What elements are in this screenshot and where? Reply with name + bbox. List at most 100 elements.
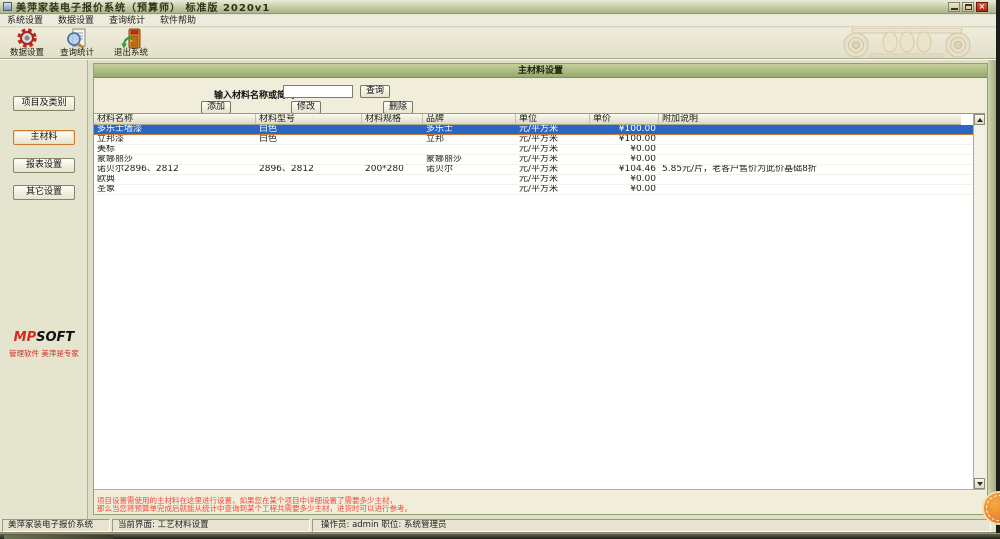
col-material-name[interactable]: 材料名称 (94, 114, 256, 125)
menu-data-settings[interactable]: 数据设置 (51, 15, 102, 27)
sidebar-item-other-settings[interactable]: 其它设置 (13, 185, 75, 200)
cell-brand (423, 145, 516, 154)
table-header: 材料名称 材料型号 材料规格 品牌 单位 单价 附加说明 (94, 114, 985, 125)
arrow-up-icon (977, 118, 983, 122)
cell-material-spec: 200*280 (362, 165, 423, 174)
arrow-down-icon (977, 482, 983, 486)
cell-notes (659, 145, 961, 154)
window-title: 美萍家装电子报价系统（预算师） 标准版 2020v1 (16, 0, 270, 14)
cell-material-name: 圣象 (94, 185, 256, 194)
logo-brand-black: SOFT (36, 330, 74, 345)
col-material-model[interactable]: 材料型号 (256, 114, 362, 125)
cell-brand: 诺贝尔 (423, 165, 516, 174)
cell-material-spec (362, 135, 423, 144)
scroll-down-button[interactable] (974, 478, 985, 489)
maximize-button[interactable] (962, 2, 974, 12)
cell-notes: 5.85元/片，老客户售价为此价基础8折 (659, 165, 961, 174)
cell-material-model: 白色 (256, 125, 362, 134)
sidebar: 项目及类别 主材料 报表设置 其它设置 MPSOFT 管理软件 美萍是专家 (0, 60, 88, 519)
cell-unit-price: ¥0.00 (590, 175, 659, 184)
menu-system-settings[interactable]: 系统设置 (0, 15, 51, 27)
cell-unit: 元/平方米 (516, 185, 590, 194)
table-row[interactable]: 多乐士墙漆 白色 多乐士 元/平方米 ¥100.00 (94, 125, 985, 135)
menu-query-stats[interactable]: 查询统计 (102, 15, 153, 27)
table-row[interactable]: 圣象 元/平方米 ¥0.00 (94, 185, 985, 195)
application-window: 美萍家装电子报价系统（预算师） 标准版 2020v1 × 系统设置 数据设置 查… (0, 0, 996, 533)
table-row[interactable]: 蒙娜丽莎 蒙娜丽莎 元/平方米 ¥0.00 (94, 155, 985, 165)
sidebar-item-main-materials[interactable]: 主材料 (13, 130, 75, 145)
cell-brand: 多乐士 (423, 125, 516, 134)
cell-unit: 元/平方米 (516, 125, 590, 134)
cell-notes (659, 175, 961, 184)
query-button[interactable]: 查询 (360, 85, 390, 98)
cell-unit-price: ¥0.00 (590, 145, 659, 154)
window-controls: × (948, 2, 988, 12)
cell-material-spec (362, 185, 423, 194)
mpsoft-logo: MPSOFT 管理软件 美萍是专家 (0, 330, 88, 359)
cell-material-model (256, 155, 362, 164)
cell-material-name: 诺贝尔2896、2812 (94, 165, 256, 174)
sidebar-item-projects-categories[interactable]: 项目及类别 (13, 96, 75, 111)
cell-notes (659, 125, 961, 134)
cell-material-model: 2896、2812 (256, 165, 362, 174)
cell-material-spec (362, 125, 423, 134)
screen: 美萍家装电子报价系统（预算师） 标准版 2020v1 × 系统设置 数据设置 查… (0, 0, 1000, 539)
status-current-screen: 当前界面: 工艺材料设置 (112, 519, 310, 532)
logo-brand-red: MP (14, 330, 36, 345)
table-row[interactable]: 诺贝尔2896、2812 2896、2812 200*280 诺贝尔 元/平方米… (94, 165, 985, 175)
cell-material-spec (362, 145, 423, 154)
menu-help[interactable]: 软件帮助 (153, 15, 204, 27)
workspace: 项目及类别 主材料 报表设置 其它设置 MPSOFT 管理软件 美萍是专家 主材… (0, 60, 996, 519)
col-material-spec[interactable]: 材料规格 (362, 114, 423, 125)
col-unit-price[interactable]: 单价 (590, 114, 659, 125)
panel-note: 那么当您将预算单完成后就能从统计中查询到某个工程共需要多少主材，进货时可以进行参… (97, 505, 412, 513)
title-bar: 美萍家装电子报价系统（预算师） 标准版 2020v1 × (0, 0, 996, 14)
toolbar-label: 数据设置 (4, 49, 50, 58)
taskbar-strip[interactable] (0, 533, 1000, 539)
cell-unit-price: ¥100.00 (590, 125, 659, 134)
search-stats-icon (54, 28, 100, 49)
cell-material-spec (362, 155, 423, 164)
logo-tagline: 管理软件 美萍是专家 (0, 348, 88, 359)
taskbar-item (4, 535, 114, 539)
panel-title: 主材料设置 (94, 64, 987, 78)
table-row[interactable]: 美标 元/平方米 ¥0.00 (94, 145, 985, 155)
cell-unit: 元/平方米 (516, 155, 590, 164)
toolbar-label: 退出系统 (108, 49, 154, 58)
toolbar-data-settings-button[interactable]: 数据设置 (4, 28, 50, 58)
table-row[interactable]: 立邦漆 白色 立邦 元/平方米 ¥100.00 (94, 135, 985, 145)
cell-material-name: 蒙娜丽莎 (94, 155, 256, 164)
cell-material-name: 多乐士墙漆 (94, 125, 256, 134)
cell-material-model (256, 185, 362, 194)
cell-material-name: 立邦漆 (94, 135, 256, 144)
cell-notes (659, 135, 961, 144)
col-unit[interactable]: 单位 (516, 114, 590, 125)
right-window-frame (988, 60, 996, 519)
maximize-icon (965, 4, 972, 10)
toolbar-exit-button[interactable]: 退出系统 (108, 28, 154, 58)
close-button[interactable]: × (976, 2, 988, 12)
cell-material-spec (362, 175, 423, 184)
status-operator: 操作员: admin 职位: 系统管理员 (312, 519, 991, 532)
table-row[interactable]: 欧典 元/平方米 ¥0.00 (94, 175, 985, 185)
scroll-up-button[interactable] (974, 114, 985, 125)
main-materials-panel: 主材料设置 输入材料名称或简码: 查询 添加 修改 删除 材料名称 材料型号 材… (93, 63, 988, 515)
toolbar-label: 查询统计 (54, 49, 100, 58)
cell-material-name: 欧典 (94, 175, 256, 184)
cell-unit-price: ¥100.00 (590, 135, 659, 144)
cell-unit: 元/平方米 (516, 135, 590, 144)
cell-brand: 立邦 (423, 135, 516, 144)
exit-door-icon (108, 28, 154, 49)
toolbar-query-stats-button[interactable]: 查询统计 (54, 28, 100, 58)
col-notes[interactable]: 附加说明 (659, 114, 961, 125)
materials-table: 材料名称 材料型号 材料规格 品牌 单位 单价 附加说明 多乐士墙漆 白色 多乐… (94, 113, 985, 490)
sidebar-item-report-settings[interactable]: 报表设置 (13, 158, 75, 173)
minimize-button[interactable] (948, 2, 960, 12)
cell-brand: 蒙娜丽莎 (423, 155, 516, 164)
app-icon (3, 2, 12, 11)
col-brand[interactable]: 品牌 (423, 114, 516, 125)
toolbar: 数据设置 查询统计 (0, 28, 996, 58)
cell-unit-price: ¥104.46 (590, 165, 659, 174)
material-search-input[interactable] (283, 85, 353, 98)
table-scrollbar[interactable] (973, 114, 985, 489)
